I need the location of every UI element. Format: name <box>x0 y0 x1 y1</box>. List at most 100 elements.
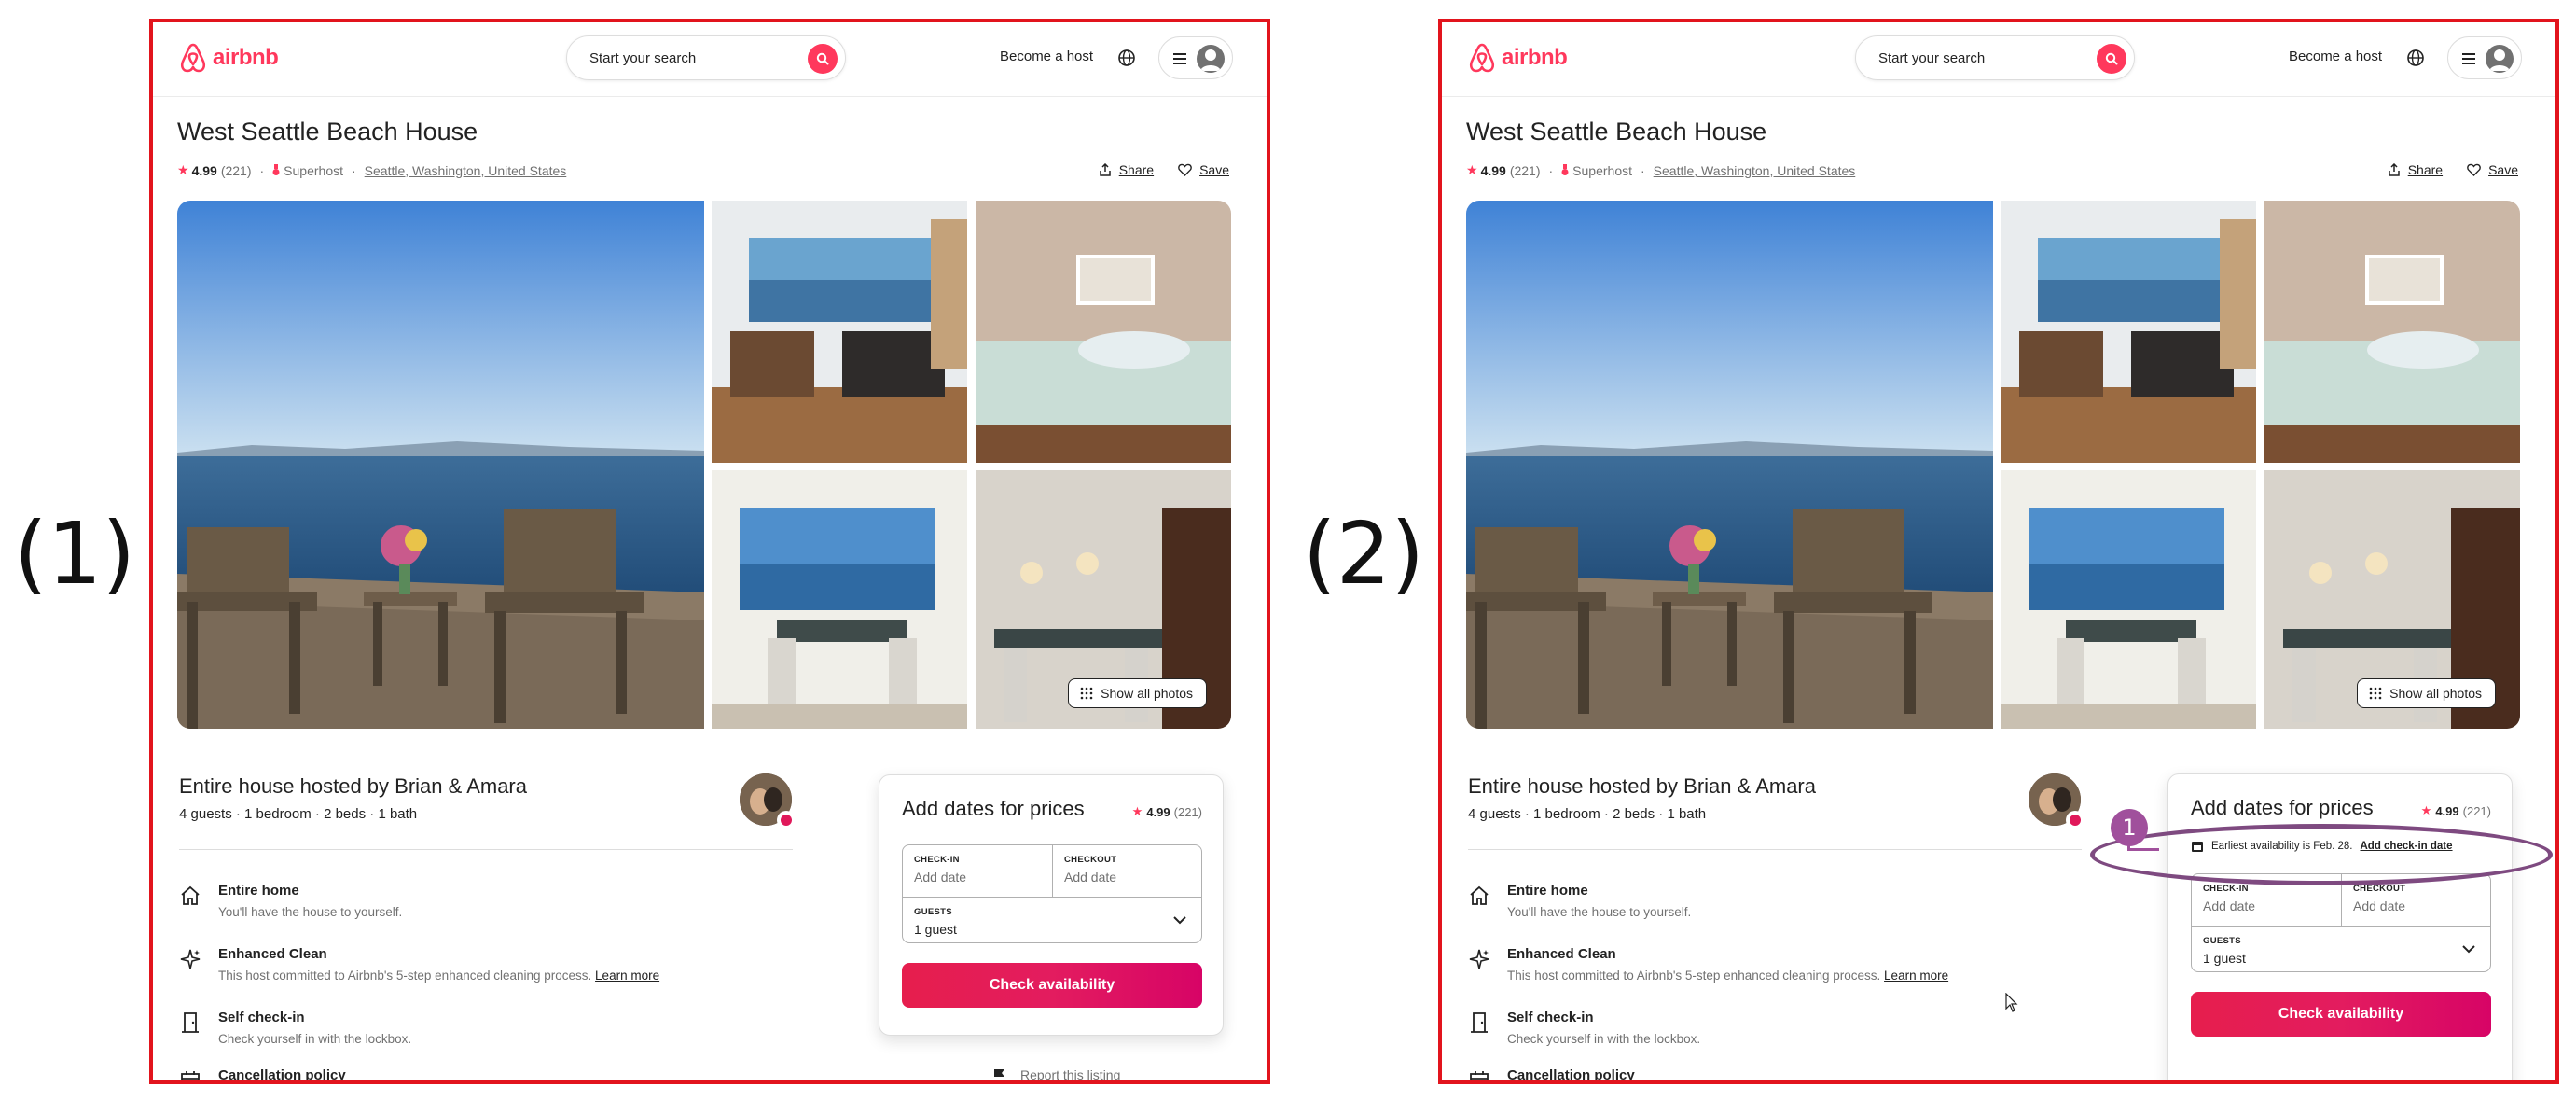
listing-meta: ★ 4.99 (221) · Superhost · Seattle, Wash… <box>1466 162 1855 178</box>
save-label: Save <box>1199 162 1229 177</box>
guests-label: GUESTS <box>914 907 952 917</box>
search-bar[interactable]: Start your search <box>566 35 846 80</box>
share-icon <box>2388 163 2400 176</box>
airbnb-logo-icon <box>180 43 206 73</box>
save-button[interactable]: Save <box>2467 162 2518 177</box>
search-placeholder: Start your search <box>589 50 697 66</box>
host-subtitle: 4 guests · 1 bedroom · 2 beds · 1 bath <box>1468 806 1707 822</box>
user-menu-button[interactable] <box>2447 36 2522 79</box>
header: airbnb Start your search Become a host <box>153 22 1267 97</box>
check-availability-button[interactable]: Check availability <box>2191 992 2491 1037</box>
door-icon <box>1471 1012 1488 1033</box>
grid-dots-icon <box>1080 687 1093 700</box>
chevron-down-icon[interactable] <box>1171 912 1188 928</box>
calendar-icon <box>181 1071 200 1080</box>
photo-bedroom[interactable] <box>976 201 1231 463</box>
search-icon <box>2105 52 2118 65</box>
flag-icon <box>994 1069 1004 1080</box>
photo-living-room[interactable] <box>2001 201 2256 463</box>
home-icon <box>181 885 200 905</box>
feature-desc-text: This host committed to Airbnb's 5-step e… <box>218 969 596 983</box>
rating-value: 4.99 <box>191 162 217 178</box>
calendar-icon <box>1470 1071 1489 1080</box>
booking-card: Add dates for prices ★ 4.99 (221) CHECK-IN… <box>879 774 1224 1036</box>
sparkle-icon <box>1469 949 1489 969</box>
checkout-field[interactable]: Add date <box>1064 870 1116 885</box>
star-icon: ★ <box>1466 162 1478 177</box>
become-host-link[interactable]: Become a host <box>2289 49 2382 64</box>
photo-main-deck-view[interactable] <box>1466 201 1993 729</box>
checkin-field[interactable]: Add date <box>2203 899 2255 913</box>
save-button[interactable]: Save <box>1178 162 1229 177</box>
superhost-badge-icon <box>2066 811 2084 829</box>
show-all-photos-button[interactable]: Show all photos <box>2357 678 2496 708</box>
host-title: Entire house hosted by Brian & Amara <box>1468 774 1816 798</box>
show-all-label: Show all photos <box>2389 686 2482 701</box>
report-listing-link[interactable]: Report this listing <box>992 1067 1121 1082</box>
review-count[interactable]: (221) <box>1510 163 1541 178</box>
listing-meta: ★ 4.99 (221) · Superhost · Seattle, Wash… <box>177 162 566 178</box>
hamburger-icon <box>1173 53 1186 64</box>
report-label: Report this listing <box>1020 1067 1121 1082</box>
guests-field[interactable]: 1 guest <box>914 922 957 937</box>
learn-more-link[interactable]: Learn more <box>595 969 659 983</box>
divider <box>179 849 793 850</box>
globe-icon[interactable] <box>1116 48 1137 68</box>
photo-living-room[interactable] <box>712 201 967 463</box>
checkin-label: CHECK-IN <box>914 855 960 865</box>
date-guest-picker: CHECK-IN Add date CHECKOUT Add date GUES… <box>902 844 1202 943</box>
home-icon <box>1470 885 1489 905</box>
checkout-label: CHECKOUT <box>1064 855 1117 865</box>
listing-title: West Seattle Beach House <box>1466 118 1767 146</box>
save-label: Save <box>2488 162 2518 177</box>
share-label: Share <box>2407 162 2444 177</box>
booking-rating-value: 4.99 <box>1146 804 1170 819</box>
superhost-label: Superhost <box>1572 162 1632 178</box>
search-bar[interactable]: Start your search <box>1855 35 2135 80</box>
location-link[interactable]: Seattle, Washington, United States <box>365 163 567 178</box>
date-divider <box>1052 845 1053 898</box>
photo-dining-room[interactable] <box>2001 470 2256 729</box>
share-button[interactable]: Share <box>1099 162 1154 177</box>
superhost-medal-icon <box>272 164 280 175</box>
airbnb-logo[interactable]: airbnb <box>1468 41 1568 75</box>
guests-field[interactable]: 1 guest <box>2203 951 2246 966</box>
sparkle-icon <box>180 949 201 969</box>
show-all-photos-button[interactable]: Show all photos <box>1068 678 1207 708</box>
user-menu-button[interactable] <box>1158 36 1233 79</box>
feature-desc: This host committed to Airbnb's 5-step e… <box>218 969 659 983</box>
learn-more-link[interactable]: Learn more <box>1884 969 1948 983</box>
logo-text: airbnb <box>1502 45 1568 70</box>
photo-main-deck-view[interactable] <box>177 201 704 729</box>
booking-rating: ★ 4.99 (221) <box>1132 804 1202 819</box>
checkout-field[interactable]: Add date <box>2353 899 2405 913</box>
become-host-link[interactable]: Become a host <box>1000 49 1093 64</box>
chevron-down-icon[interactable] <box>2460 941 2477 957</box>
star-icon: ★ <box>2420 803 2432 817</box>
check-availability-button[interactable]: Check availability <box>902 963 1202 1008</box>
screenshot-panel-1: airbnb Start your search Become a host W… <box>149 19 1270 1084</box>
separator-dot: · <box>259 162 265 178</box>
photo-bedroom[interactable] <box>2264 201 2520 463</box>
rating-value: 4.99 <box>1480 162 1506 178</box>
feature-name: Entire home <box>218 883 299 899</box>
booking-card: Add dates for prices ★ 4.99 (221) Earliest… <box>2167 773 2513 1080</box>
booking-review-count[interactable]: (221) <box>1174 805 1202 819</box>
header: airbnb Start your search Become a host <box>1442 22 2555 97</box>
checkout-label: CHECKOUT <box>2353 884 2406 894</box>
show-all-label: Show all photos <box>1101 686 1193 701</box>
user-icon <box>1197 45 1225 73</box>
booking-review-count[interactable]: (221) <box>2463 804 2491 818</box>
host-subtitle: 4 guests · 1 bedroom · 2 beds · 1 bath <box>179 806 418 822</box>
search-button[interactable] <box>808 44 838 74</box>
share-button[interactable]: Share <box>2388 162 2443 177</box>
checkin-field[interactable]: Add date <box>914 870 966 885</box>
feature-desc: You'll have the house to yourself. <box>1507 905 1692 919</box>
location-link[interactable]: Seattle, Washington, United States <box>1654 163 1856 178</box>
airbnb-logo[interactable]: airbnb <box>179 41 279 75</box>
review-count[interactable]: (221) <box>221 163 252 178</box>
search-button[interactable] <box>2097 44 2126 74</box>
globe-icon[interactable] <box>2405 48 2426 68</box>
photo-dining-room[interactable] <box>712 470 967 729</box>
annotation-highlight-ellipse <box>2090 824 2553 885</box>
